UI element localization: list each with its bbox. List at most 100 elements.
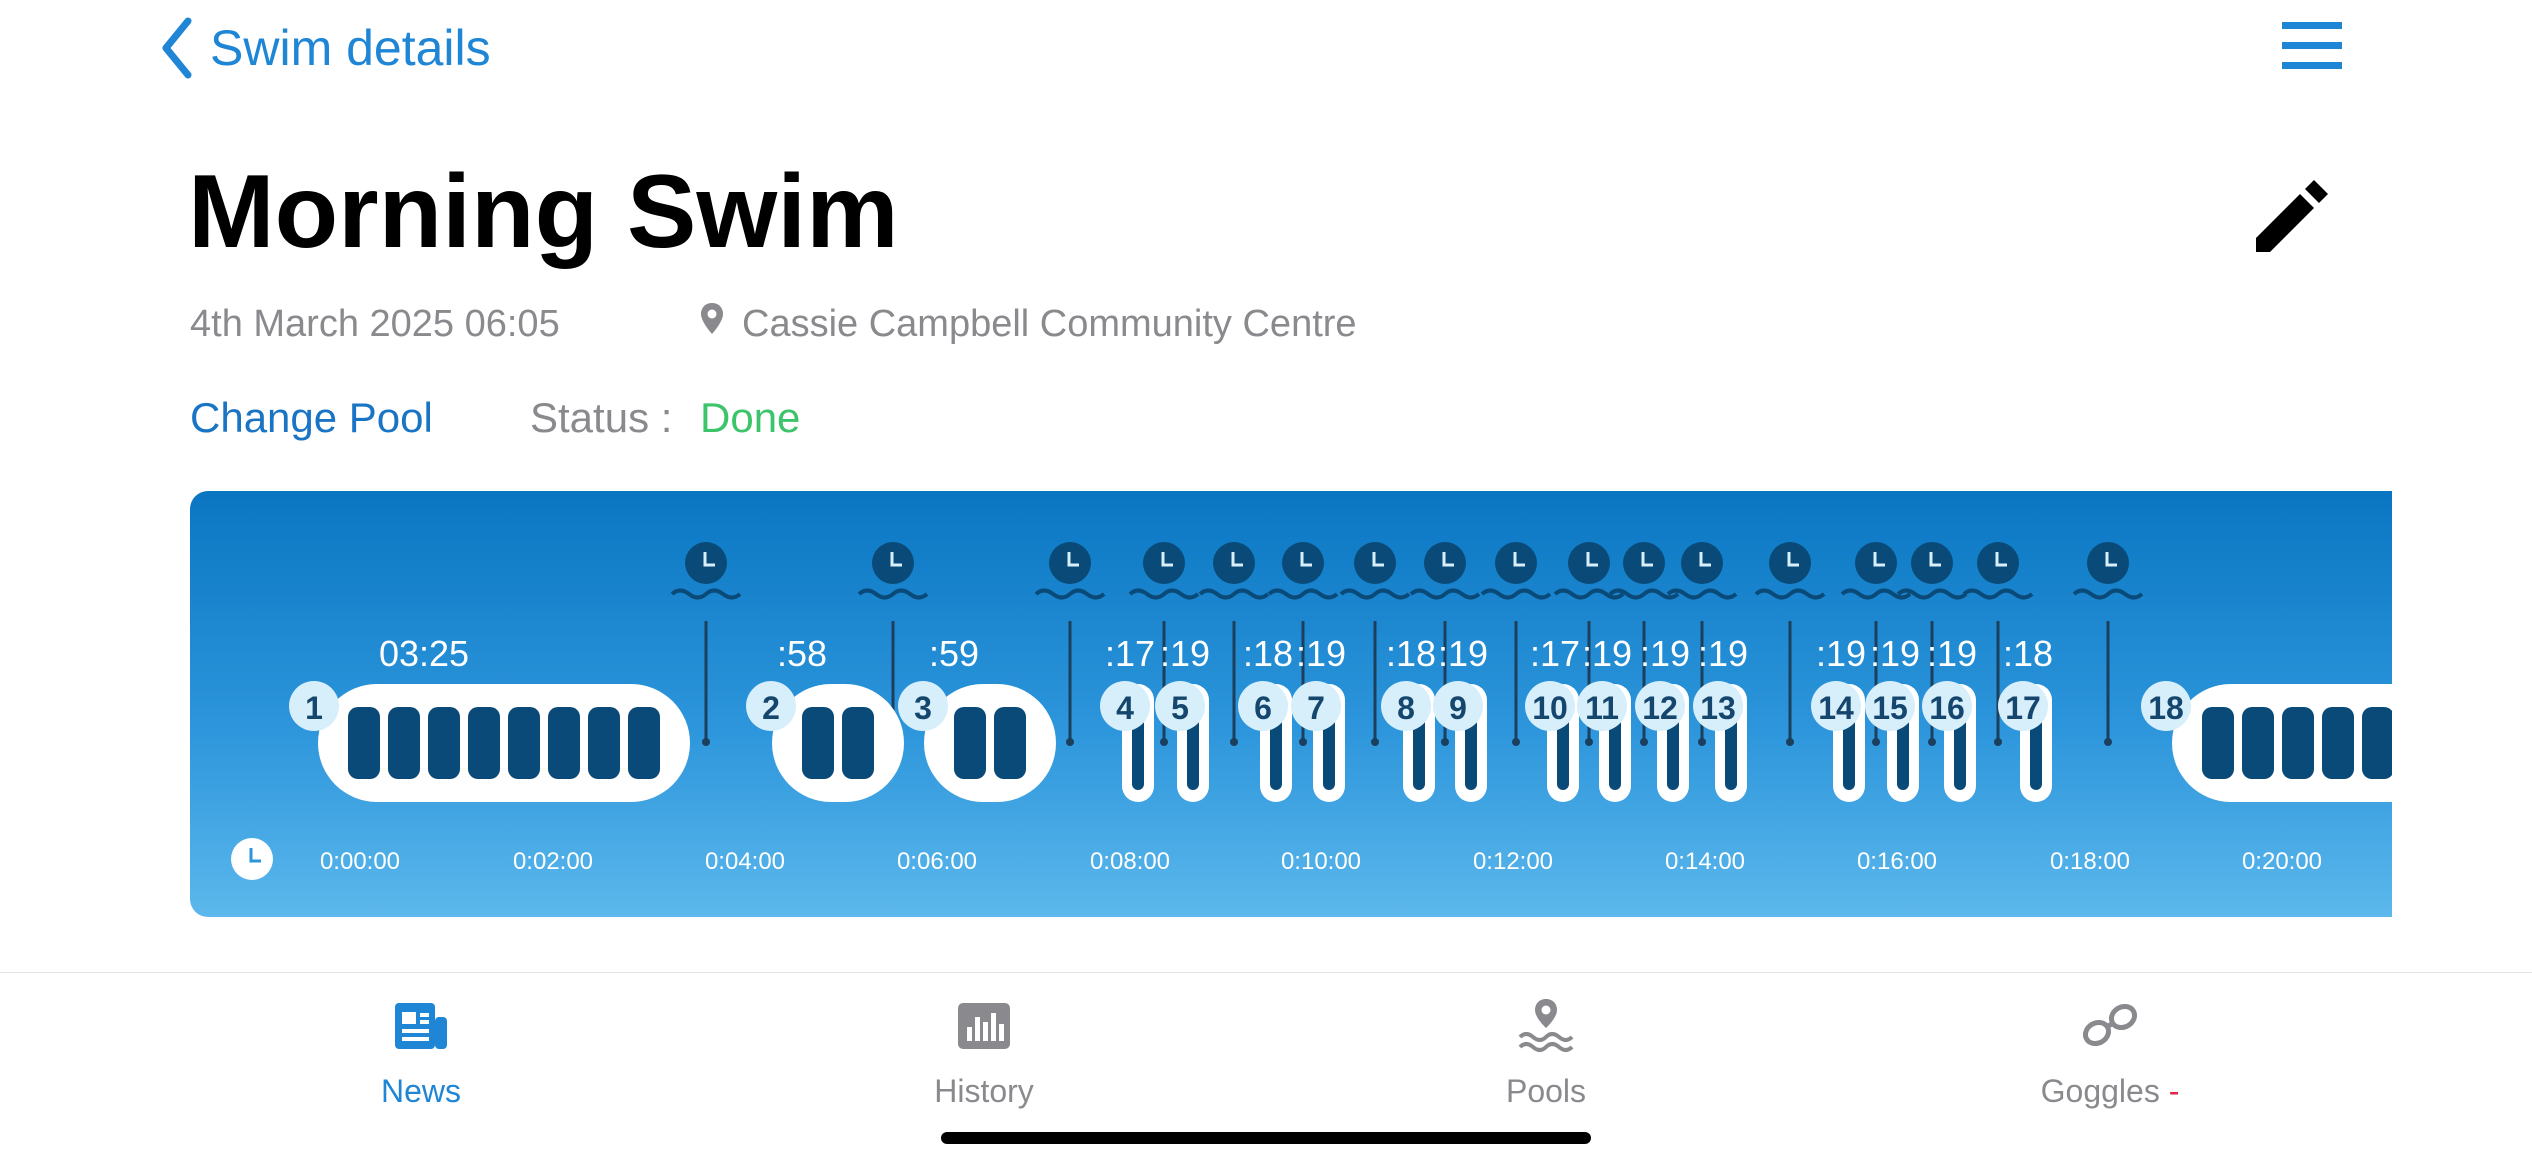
rest-line-end [1585, 738, 1593, 746]
tab-goggles-label: Goggles - [1960, 1071, 2260, 1111]
rest-line-end [1066, 738, 1074, 746]
rest-line-end [1160, 738, 1168, 746]
set-number: 18 [2148, 690, 2184, 726]
water-wave-icon [1128, 588, 1200, 600]
location-pin-icon [701, 303, 723, 334]
set-number: 10 [1532, 690, 1568, 726]
home-indicator [941, 1132, 1591, 1144]
change-pool-link[interactable]: Change Pool [190, 390, 433, 446]
tab-history[interactable]: History [834, 973, 1134, 1123]
pencil-icon [2256, 180, 2328, 252]
water-wave-icon [857, 588, 929, 600]
set-number: 6 [1254, 690, 1272, 726]
tab-goggles[interactable]: Goggles - [1960, 973, 2260, 1123]
set-duration: :19 [1296, 633, 1346, 674]
swim-length-bar [2322, 707, 2354, 779]
chevron-left-icon [162, 17, 192, 79]
set-duration: :19 [1160, 633, 1210, 674]
set-duration: :58 [777, 633, 827, 674]
set-duration: :19 [1927, 633, 1977, 674]
set-duration: :19 [1698, 633, 1748, 674]
axis-tick-label: 0:02:00 [513, 848, 593, 875]
set-number: 7 [1307, 690, 1325, 726]
set-duration: :19 [1582, 633, 1632, 674]
rest-line-end [1994, 738, 2002, 746]
swim-length-bar [994, 707, 1026, 779]
tab-goggles-text: Goggles [2040, 1073, 2160, 1109]
set-duration: :19 [1640, 633, 1690, 674]
tab-news[interactable]: News [271, 973, 571, 1123]
tab-pools[interactable]: Pools [1396, 973, 1696, 1123]
swim-length-bar [2282, 707, 2314, 779]
axis-tick-label: 0:06:00 [897, 848, 977, 875]
swim-length-bar [508, 707, 540, 779]
set-number: 1 [305, 690, 323, 726]
axis-tick-label: 0:10:00 [1281, 848, 1361, 875]
water-wave-icon [1754, 588, 1826, 600]
swim-length-bar [2202, 707, 2234, 779]
rest-line-end [1230, 738, 1238, 746]
status-value: Done [700, 394, 801, 441]
set-duration: :59 [929, 633, 979, 674]
swim-length-bar [548, 707, 580, 779]
axis-tick-label: 0:18:00 [2050, 848, 2130, 875]
rest-line-end [1786, 738, 1794, 746]
set-number: 14 [1818, 690, 1854, 726]
set-number: 13 [1700, 690, 1736, 726]
swim-length-bar [348, 707, 380, 779]
set-duration: :18 [2003, 633, 2053, 674]
set-duration: :17 [1105, 633, 1155, 674]
swim-location: Cassie Campbell Community Centre [742, 303, 1357, 345]
bar-chart-icon [958, 1003, 1010, 1049]
axis-tick-label: 0:00:00 [320, 848, 400, 875]
rest-line-end [1872, 738, 1880, 746]
swim-length-bar [388, 707, 420, 779]
swim-timeline[interactable]: 1 03:25 2:58 3:59 4:17 5:19 6:18 7:19 8:18 9:19 10… [190, 491, 2392, 917]
hamburger-menu-icon [2282, 22, 2342, 69]
water-wave-icon [670, 588, 742, 600]
back-label: Swim details [210, 20, 491, 76]
axis-tick-label: 0:12:00 [1473, 848, 1553, 875]
swim-length-bar [2242, 707, 2274, 779]
water-wave-icon [1198, 588, 1270, 600]
rest-line-end [1698, 738, 1706, 746]
swim-length-bar [628, 707, 660, 779]
set-number: 2 [762, 690, 780, 726]
rest-line-end [1512, 738, 1520, 746]
water-wave-icon [2072, 588, 2144, 600]
status-label: Status : [530, 394, 673, 441]
menu-button[interactable] [2282, 20, 2342, 72]
swim-length-bar [468, 707, 500, 779]
rest-line-end [1441, 738, 1449, 746]
set-duration: :18 [1386, 633, 1436, 674]
swim-datetime: 4th March 2025 06:05 [190, 303, 560, 345]
set-duration: 03:25 [379, 633, 469, 674]
rest-line-end [2104, 738, 2112, 746]
set-number: 12 [1642, 690, 1678, 726]
back-button[interactable]: Swim details [160, 12, 491, 84]
swim-length-bar [802, 707, 834, 779]
set-duration: :19 [1870, 633, 1920, 674]
water-wave-icon [1962, 588, 2034, 600]
water-wave-icon [1409, 588, 1481, 600]
set-duration: :18 [1243, 633, 1293, 674]
water-wave-icon [1267, 588, 1339, 600]
rest-line-end [1928, 738, 1936, 746]
edit-button[interactable] [2248, 172, 2332, 256]
rest-line-end [702, 738, 710, 746]
rest-line-end [1640, 738, 1648, 746]
swim-length-bar [2362, 707, 2392, 779]
goggles-status-badge: - [2168, 1073, 2180, 1109]
set-number: 8 [1397, 690, 1415, 726]
tab-history-label: History [934, 1073, 1034, 1109]
swim-length-bar [428, 707, 460, 779]
set-number: 16 [1929, 690, 1965, 726]
set-duration: :19 [1816, 633, 1866, 674]
axis-tick-label: 0:14:00 [1665, 848, 1745, 875]
set-number: 17 [2005, 690, 2041, 726]
tab-news-label: News [380, 1073, 461, 1109]
set-number: 9 [1449, 690, 1467, 726]
timeline-chart: 1 03:25 2:58 3:59 4:17 5:19 6:18 7:19 8:18 9:19 10… [231, 542, 2392, 880]
newspaper-icon [395, 1003, 447, 1049]
set-duration: :17 [1530, 633, 1580, 674]
